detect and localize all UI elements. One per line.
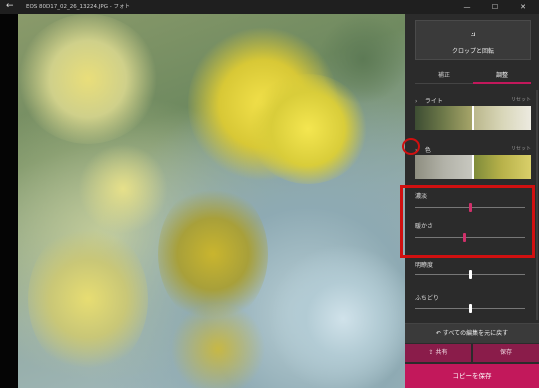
crop-rotate-label: クロップと回転 [451,48,494,55]
light-preview-bright [473,106,531,130]
save-button[interactable]: 保存 [473,344,539,362]
section-light-label: ライト [424,98,443,105]
undo-all-button[interactable]: ↶ すべての編集を元に戻す [405,323,539,343]
mimosa-flower-cluster [168,304,268,388]
section-color-label: 色 [424,147,431,154]
color-reset-link[interactable]: リセット [511,145,531,152]
blurred-flowers [78,144,168,234]
mimosa-flower-cluster [158,184,268,324]
clarity-slider-thumb[interactable] [468,270,472,279]
thumbnail-divider [472,106,474,130]
annotation-circle [402,138,420,155]
light-preview-dark [415,106,473,130]
edit-tabs: 補正 調整 [415,70,531,84]
share-icon: ⇪ [428,349,434,356]
chevron-right-icon: › [415,98,418,105]
color-preview-vivid [473,155,531,179]
tab-enhance[interactable]: 補正 [415,70,473,84]
clarity-slider[interactable] [415,270,525,279]
share-button[interactable]: ⇪ 共有 [405,344,471,362]
save-copy-button[interactable]: コピーを保存 [405,364,539,388]
blurred-flowers [18,14,158,144]
window-title: EOS 80D17_02_26_13224.JPG - フォト [26,4,130,10]
annotation-box [400,185,535,258]
section-color-header[interactable]: › 色 リセット [415,145,531,155]
undo-all-label: すべての編集を元に戻す [442,330,509,337]
close-button[interactable]: ✕ [512,0,534,14]
photo-canvas[interactable] [18,14,405,388]
title-bar: ← EOS 80D17_02_26_13224.JPG - フォト — ☐ ✕ [0,0,539,14]
tab-adjust[interactable]: 調整 [473,70,531,84]
section-light-header[interactable]: › ライト リセット [415,96,531,106]
maximize-button[interactable]: ☐ [484,0,506,14]
foliage [318,14,405,104]
vignette-slider[interactable] [415,304,525,313]
vignette-slider-thumb[interactable] [468,304,472,313]
light-preview-thumbnail[interactable] [415,106,531,130]
undo-icon: ↶ [435,330,441,337]
crop-rotate-button[interactable]: ⟓ クロップと回転 [415,20,531,60]
light-reset-link[interactable]: リセット [511,96,531,103]
blurred-flowers [28,224,148,374]
color-preview-thumbnail[interactable] [415,155,531,179]
bokeh-sky [268,244,405,388]
panel-scrollbar[interactable] [536,90,538,320]
crop-rotate-icon: ⟓ [470,26,476,39]
share-label: 共有 [435,349,448,356]
back-arrow-icon[interactable]: ← [6,1,14,11]
minimize-button[interactable]: — [456,0,478,14]
thumbnail-divider [472,155,474,179]
color-preview-muted [415,155,473,179]
vignette-slider-label: ふちどり [415,295,439,302]
clarity-slider-label: 明瞭度 [415,262,434,269]
left-margin [0,14,18,388]
